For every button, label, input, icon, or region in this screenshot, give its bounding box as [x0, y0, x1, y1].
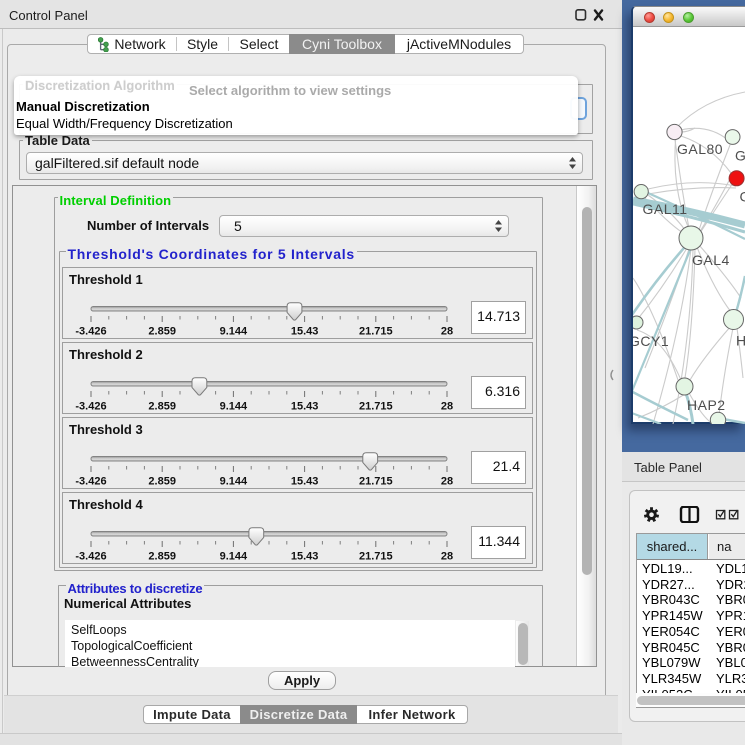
- svg-text:2.859: 2.859: [148, 475, 176, 487]
- svg-text:21.715: 21.715: [359, 400, 393, 412]
- svg-text:GAL4: GAL4: [692, 252, 730, 268]
- svg-text:28: 28: [441, 325, 453, 337]
- svg-text:GCY1: GCY1: [633, 333, 669, 349]
- svg-text:28: 28: [441, 550, 453, 562]
- svg-text:21.715: 21.715: [359, 550, 393, 562]
- svg-text:-3.426: -3.426: [75, 550, 106, 562]
- svg-text:2.859: 2.859: [148, 325, 176, 337]
- svg-text:21.715: 21.715: [359, 325, 393, 337]
- svg-text:15.43: 15.43: [291, 400, 319, 412]
- svg-text:GAL80: GAL80: [677, 141, 723, 157]
- svg-text:15.43: 15.43: [291, 325, 319, 337]
- svg-text:GAL11: GAL11: [643, 201, 688, 217]
- svg-text:2.859: 2.859: [148, 550, 176, 562]
- svg-text:-3.426: -3.426: [75, 400, 106, 412]
- svg-text:G: G: [735, 148, 745, 164]
- svg-text:H: H: [736, 333, 745, 349]
- svg-text:28: 28: [441, 475, 453, 487]
- svg-text:9.144: 9.144: [220, 475, 248, 487]
- svg-text:9.144: 9.144: [220, 325, 248, 337]
- svg-text:15.43: 15.43: [291, 550, 319, 562]
- svg-text:HAP2: HAP2: [687, 397, 726, 413]
- svg-text:C: C: [740, 189, 745, 205]
- svg-text:9.144: 9.144: [220, 400, 248, 412]
- svg-text:9.144: 9.144: [220, 550, 248, 562]
- svg-text:28: 28: [441, 400, 453, 412]
- svg-text:21.715: 21.715: [359, 475, 393, 487]
- svg-text:-3.426: -3.426: [75, 475, 106, 487]
- svg-text:-3.426: -3.426: [75, 325, 106, 337]
- svg-text:2.859: 2.859: [148, 400, 176, 412]
- svg-text:15.43: 15.43: [291, 475, 319, 487]
